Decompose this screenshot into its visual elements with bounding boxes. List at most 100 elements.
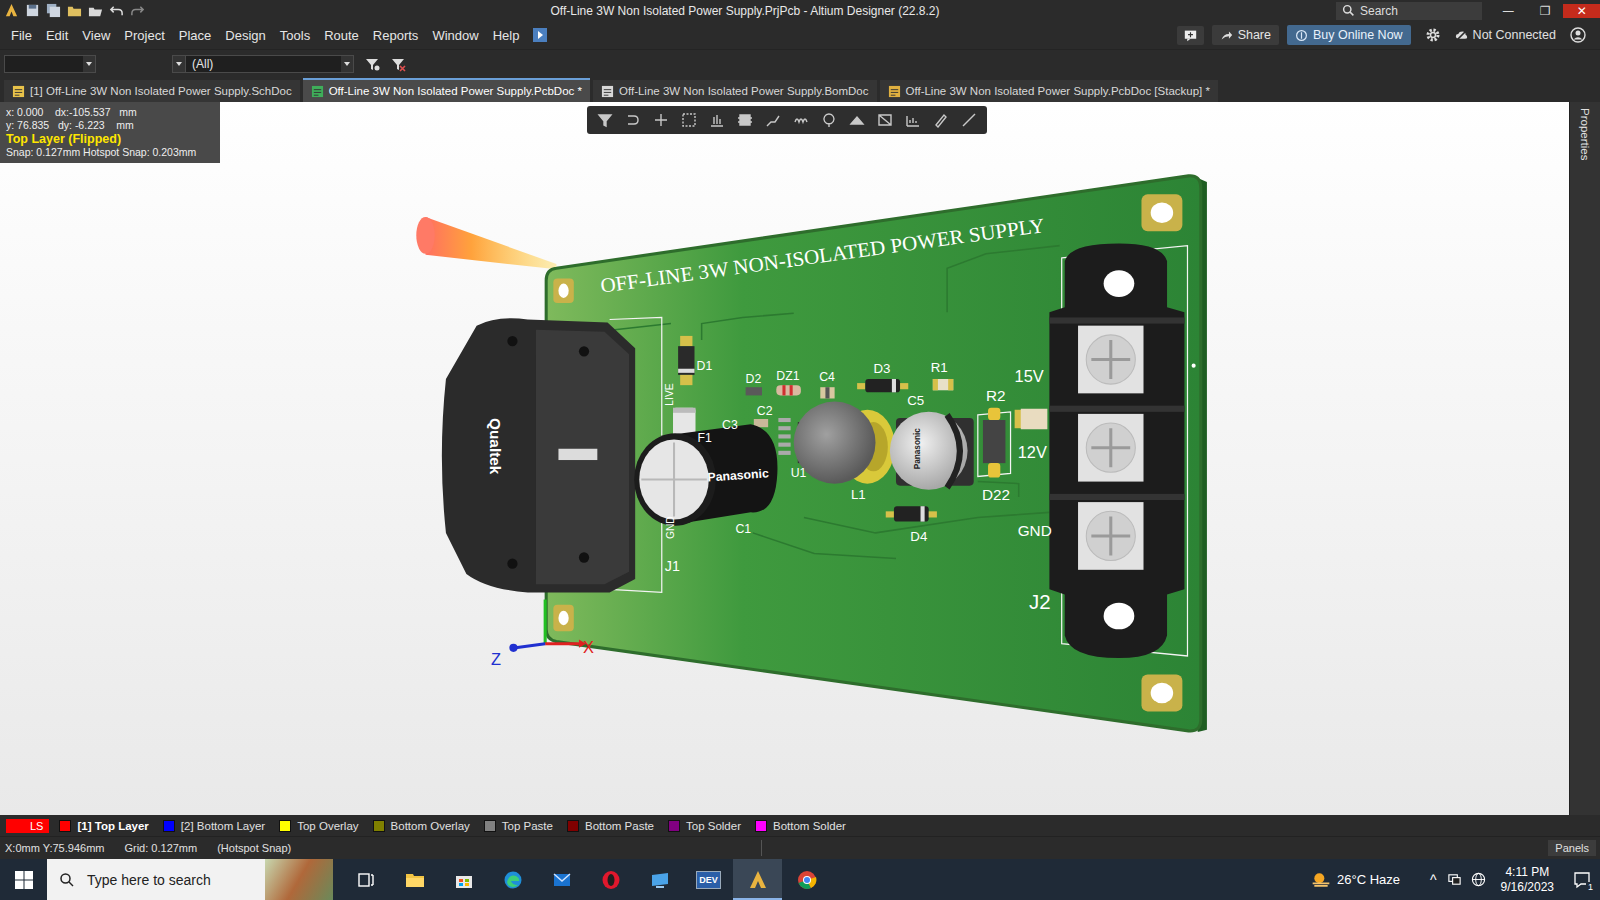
clock[interactable]: 4:11 PM9/16/2023 — [1501, 865, 1554, 895]
taskbar-search[interactable]: Type here to search — [47, 859, 333, 900]
polygon-icon[interactable] — [877, 112, 893, 128]
j1-ac-inlet[interactable] — [442, 318, 635, 592]
d22-diode[interactable] — [983, 408, 1006, 478]
j2-terminal-block[interactable] — [1049, 244, 1184, 658]
pcb-board[interactable]: OFF-LINE 3W NON-ISOLATED POWER SUPPLY — [546, 176, 1207, 732]
layer-tab[interactable]: Top Solder — [668, 820, 741, 832]
layer-tab[interactable]: [1] Top Layer — [59, 820, 148, 832]
silkscreen-designator[interactable]: GND — [1018, 522, 1052, 539]
menu-item[interactable]: Tools — [273, 26, 317, 45]
silkscreen-designator[interactable]: C3 — [722, 418, 738, 432]
menu-item[interactable]: File — [4, 26, 39, 45]
silkscreen-designator[interactable]: LIVE — [664, 383, 675, 405]
d1-diode[interactable] — [678, 336, 694, 385]
dimension-icon[interactable] — [905, 112, 921, 128]
document-tab[interactable]: Off-Line 3W Non Isolated Power Supply.Pc… — [303, 78, 590, 102]
mail-button[interactable] — [537, 859, 586, 900]
layer-tab[interactable]: Bottom Paste — [567, 820, 654, 832]
language-globe-icon[interactable] — [1471, 872, 1486, 887]
silkscreen-designator[interactable]: D2 — [746, 372, 762, 386]
r1-resistor[interactable] — [933, 379, 953, 390]
silkscreen-designator[interactable]: U1 — [791, 466, 807, 480]
redo-icon[interactable] — [130, 3, 145, 18]
search-box[interactable]: Search — [1336, 2, 1482, 20]
silkscreen-designator[interactable]: D3 — [873, 361, 890, 376]
c1-electrolytic-capacitor[interactable] — [634, 424, 777, 526]
open-project-icon[interactable] — [88, 3, 103, 18]
c4-capacitor[interactable] — [820, 387, 834, 398]
silkscreen-designator[interactable]: 15V — [1015, 367, 1044, 385]
silkscreen-designator[interactable]: C4 — [819, 370, 835, 384]
apply-filter-icon[interactable] — [364, 56, 380, 72]
layer-tab[interactable]: Bottom Overlay — [373, 820, 470, 832]
terminal-screw[interactable] — [1049, 494, 1184, 570]
silkscreen-designator[interactable]: J2 — [1029, 590, 1051, 613]
pcb-3d-canvas[interactable]: OFF-LINE 3W NON-ISOLATED POWER SUPPLYQua… — [0, 102, 1569, 815]
panels-button[interactable]: Panels — [1548, 840, 1596, 856]
menu-item[interactable]: Place — [172, 26, 219, 45]
document-tab[interactable]: Off-Line 3W Non Isolated Power Supply.Pc… — [880, 80, 1218, 102]
tray-overflow-button[interactable]: ^ — [1430, 872, 1437, 888]
silkscreen-designator[interactable]: C2 — [757, 404, 773, 418]
menu-item[interactable]: Route — [317, 26, 366, 45]
r2-resistor[interactable] — [1015, 409, 1048, 430]
layer-set-button[interactable]: LS — [6, 819, 49, 833]
window-control-button[interactable]: ❐ — [1527, 4, 1564, 18]
silkscreen-designator[interactable]: R2 — [986, 387, 1006, 404]
d2-diode[interactable] — [746, 387, 762, 395]
filter-combo[interactable] — [4, 55, 96, 73]
silkscreen-designator[interactable]: F1 — [698, 431, 712, 445]
c5-electrolytic-capacitor[interactable] — [890, 412, 974, 490]
connection-status[interactable]: Not Connected — [1455, 28, 1556, 42]
c2-pads[interactable] — [778, 418, 790, 455]
opera-button[interactable] — [586, 859, 635, 900]
document-tab[interactable]: Off-Line 3W Non Isolated Power Supply.Bo… — [593, 80, 877, 102]
start-button[interactable] — [0, 859, 47, 900]
save-icon[interactable] — [25, 3, 40, 18]
silkscreen-designator[interactable]: DZ1 — [776, 369, 799, 383]
terminal-screw[interactable] — [1049, 317, 1184, 393]
component-icon[interactable] — [737, 112, 753, 128]
menu-item[interactable]: Design — [218, 26, 272, 45]
d4-diode[interactable] — [886, 506, 937, 521]
d3-diode[interactable] — [857, 379, 908, 392]
layer-tab[interactable]: Bottom Solder — [755, 820, 846, 832]
share-button[interactable]: Share — [1212, 25, 1279, 45]
route-icon[interactable] — [625, 112, 641, 128]
edge-button[interactable] — [488, 859, 537, 900]
app-button[interactable] — [635, 859, 684, 900]
clear-filter-icon[interactable] — [390, 56, 406, 72]
align-icon[interactable] — [709, 112, 725, 128]
window-control-button[interactable]: — — [1490, 4, 1527, 18]
silkscreen-designator[interactable]: J1 — [665, 558, 680, 574]
silkscreen-designator[interactable]: D22 — [982, 486, 1010, 503]
layer-tab[interactable]: Top Overlay — [279, 820, 358, 832]
silkscreen-designator[interactable]: C5 — [907, 393, 924, 408]
user-account-icon[interactable] — [1570, 27, 1586, 43]
buy-online-button[interactable]: Buy Online Now — [1287, 25, 1411, 45]
properties-panel-tab[interactable]: Properties — [1569, 102, 1600, 815]
menu-item[interactable]: Project — [117, 26, 171, 45]
window-control-button[interactable]: ✕ — [1563, 4, 1600, 18]
menu-item[interactable]: Edit — [39, 26, 75, 45]
pen-icon[interactable] — [933, 112, 949, 128]
selection-filter-combo[interactable]: (All) — [172, 55, 354, 73]
via-icon[interactable] — [821, 112, 837, 128]
fill-icon[interactable] — [849, 112, 865, 128]
altium-taskbar-button[interactable] — [733, 859, 782, 900]
board-3d-view[interactable]: OFF-LINE 3W NON-ISOLATED POWER SUPPLYQua… — [0, 102, 1569, 815]
task-view-button[interactable] — [341, 859, 390, 900]
open-folder-icon[interactable] — [67, 3, 82, 18]
store-button[interactable] — [439, 859, 488, 900]
file-explorer-button[interactable] — [390, 859, 439, 900]
l1-inductor[interactable] — [794, 402, 895, 484]
gear-icon[interactable] — [1425, 27, 1441, 43]
layer-tab[interactable]: Top Paste — [484, 820, 553, 832]
silkscreen-designator[interactable]: D1 — [697, 359, 713, 373]
chrome-button[interactable] — [782, 859, 831, 900]
save-all-icon[interactable] — [46, 3, 61, 18]
silkscreen-designator[interactable]: R1 — [931, 360, 948, 375]
dev-cpp-button[interactable]: DEV — [684, 859, 733, 900]
silkscreen-designator[interactable]: GND — [665, 516, 676, 539]
notification-center-button[interactable]: 1 — [1564, 870, 1600, 890]
